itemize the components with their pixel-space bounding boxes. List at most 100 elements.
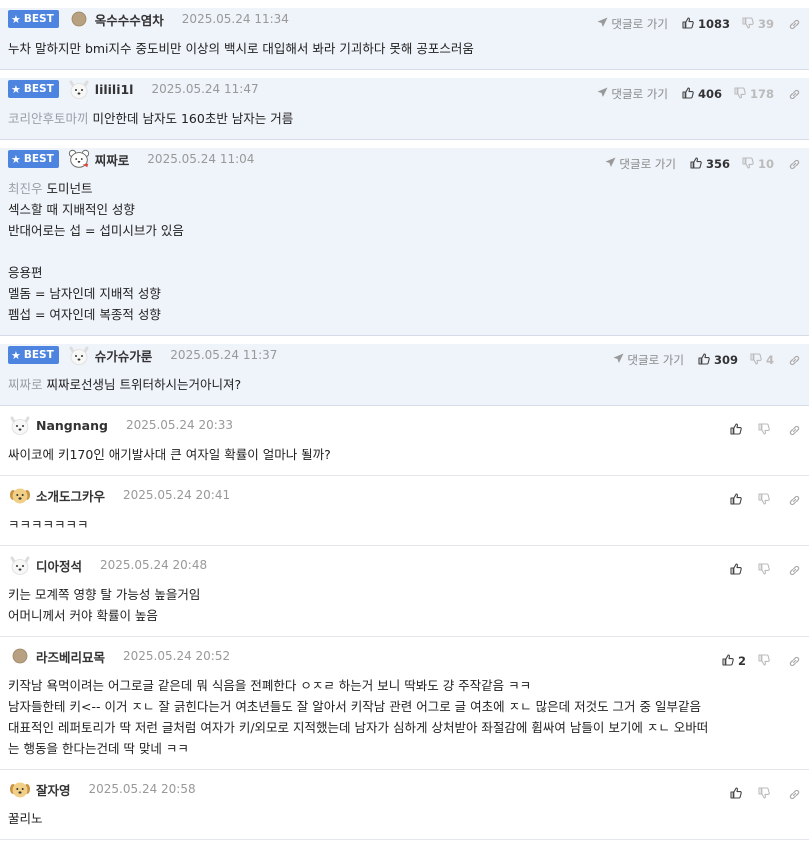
avatar[interactable] [8, 553, 32, 577]
thumbs-down-icon [750, 352, 766, 368]
comment-line [8, 241, 801, 262]
comment-actions [730, 492, 801, 508]
dislike-button[interactable] [758, 653, 774, 669]
avatar[interactable] [8, 413, 32, 437]
dislike-button[interactable]: 39 [742, 16, 774, 32]
link-icon[interactable] [788, 788, 801, 801]
mention-name[interactable]: 코리안후토마끼 [8, 111, 89, 126]
goto-comment-link[interactable]: 댓글로 가기 [597, 16, 668, 32]
like-button[interactable]: 406 [682, 86, 722, 102]
dislike-button[interactable] [758, 492, 774, 508]
goto-comment-label: 댓글로 가기 [611, 87, 668, 101]
avatar[interactable] [67, 147, 91, 171]
link-icon[interactable] [788, 158, 801, 171]
mention-name[interactable]: 최진우 [8, 181, 43, 196]
nickname[interactable]: Nangnang [36, 418, 108, 433]
nickname[interactable]: lilili1l [95, 82, 134, 97]
comment-text: 찌짜로선생님 트위터하시는거아니져? [46, 377, 242, 392]
avatar[interactable] [67, 77, 91, 101]
comment-body: 싸이코에 키170인 애기발사대 큰 여자일 확률이 얼마나 될까? [8, 436, 801, 475]
comment-text: 대표적인 레퍼토리가 딱 저런 글처럼 여자가 키/외모로 지적했는데 남자가 … [8, 720, 709, 735]
comment-line: 반대어로는 섭 = 섭미시브가 있음 [8, 220, 801, 241]
link-icon[interactable] [788, 18, 801, 31]
comment-line: 대표적인 레퍼토리가 딱 저런 글처럼 여자가 키/외모로 지적했는데 남자가 … [8, 717, 801, 738]
thumbs-down-icon [734, 86, 750, 102]
comment-header: 라즈베리묘목 2025.05.24 20:52 [8, 645, 801, 667]
comment-text: 멜돔 = 남자인데 지배적 성향 [8, 286, 161, 301]
comment-item: ★ BEST 슈가슈가룬 2025.05.24 11:37 댓글로 가기 309 4 찌짜로 찌… [0, 344, 809, 406]
comment-date: 2025.05.24 20:41 [123, 488, 231, 502]
like-button[interactable]: 309 [698, 352, 738, 368]
like-button[interactable] [730, 422, 746, 438]
like-button[interactable]: 1083 [682, 16, 730, 32]
comment-line: 섹스할 때 지배적인 성향 [8, 199, 801, 220]
best-badge-label: BEST [23, 153, 54, 165]
comment-date: 2025.05.24 11:04 [147, 152, 255, 166]
link-icon[interactable] [788, 424, 801, 437]
dislike-count: 39 [757, 17, 774, 31]
nickname[interactable]: 옥수수수염차 [95, 10, 164, 29]
nickname[interactable]: 소개도그카우 [36, 486, 105, 505]
like-count: 2 [737, 654, 746, 668]
nickname[interactable]: 잘자영 [36, 780, 71, 799]
dislike-button[interactable]: 4 [750, 352, 774, 368]
goto-comment-link[interactable]: 댓글로 가기 [597, 86, 668, 102]
avatar[interactable] [8, 483, 32, 507]
avatar[interactable] [67, 343, 91, 367]
comment-date: 2025.05.24 11:34 [181, 12, 289, 26]
dislike-count: 178 [749, 87, 774, 101]
dislike-button[interactable] [758, 422, 774, 438]
dislike-button[interactable]: 178 [734, 86, 774, 102]
send-icon [613, 353, 627, 367]
comment-item: 디아정석 2025.05.24 20:48 키는 모계쪽 영향 탈 가능성 높을거임… [0, 554, 809, 637]
comment-body: ㅋㅋㅋㅋㅋㅋㅋ [8, 506, 801, 545]
comment-actions: 2 [722, 653, 801, 669]
dislike-button[interactable] [758, 786, 774, 802]
comment-item: ★ BEST 찌짜로 2025.05.24 11:04 댓글로 가기 356 10 최진우 도미… [0, 148, 809, 336]
dislike-count: 4 [765, 353, 774, 367]
comment-text: 는 행동을 한다는건데 딱 맞네 ㅋㅋ [8, 741, 189, 756]
dislike-button[interactable] [758, 562, 774, 578]
like-button[interactable]: 2 [722, 653, 746, 669]
comment-body: 키는 모계쪽 영향 탈 가능성 높을거임 어머니께서 커야 확률이 높음 [8, 576, 801, 636]
like-count: 356 [705, 157, 730, 171]
link-icon[interactable] [788, 88, 801, 101]
like-button[interactable] [730, 786, 746, 802]
nickname[interactable]: 찌짜로 [95, 150, 130, 169]
mention-name[interactable]: 찌짜로 [8, 377, 43, 392]
link-icon[interactable] [788, 655, 801, 668]
like-button[interactable] [730, 562, 746, 578]
comment-text: 어머니께서 커야 확률이 높음 [8, 608, 158, 623]
comment-text: ㅋㅋㅋㅋㅋㅋㅋ [8, 517, 89, 532]
thumbs-down-icon [742, 16, 758, 32]
comment-text: 누차 말하지만 bmi지수 중도비만 이상의 백시로 대입해서 봐라 기괴하다 … [8, 41, 474, 56]
comment-line: 꿀리노 [8, 808, 801, 829]
comment-text: 반대어로는 섭 = 섭미시브가 있음 [8, 223, 184, 238]
comment-line: 누차 말하지만 bmi지수 중도비만 이상의 백시로 대입해서 봐라 기괴하다 … [8, 38, 801, 59]
send-icon [605, 157, 619, 171]
like-button[interactable]: 356 [690, 156, 730, 172]
goto-comment-link[interactable]: 댓글로 가기 [605, 156, 676, 172]
comment-actions [730, 422, 801, 438]
comment-body: 최진우 도미넌트 섹스할 때 지배적인 성향 반대어로는 섭 = 섭미시브가 있음 응용… [8, 170, 801, 335]
comment-text: 남자들한테 키<-- 이거 ㅈㄴ 잘 긁힌다는거 여초년들도 잘 알아서 키작남… [8, 699, 701, 714]
thumbs-down-icon [758, 653, 774, 669]
nickname[interactable]: 슈가슈가룬 [95, 346, 153, 365]
thumbs-up-icon [698, 352, 714, 368]
like-button[interactable] [730, 492, 746, 508]
link-icon[interactable] [788, 494, 801, 507]
avatar[interactable] [8, 777, 32, 801]
avatar[interactable] [67, 7, 91, 31]
comment-date: 2025.05.24 20:58 [88, 782, 196, 796]
link-icon[interactable] [788, 564, 801, 577]
like-count: 1083 [697, 17, 730, 31]
comment-header: 소개도그카우 2025.05.24 20:41 [8, 484, 801, 506]
goto-comment-link[interactable]: 댓글로 가기 [613, 352, 684, 368]
comment-text: 도미넌트 [46, 181, 93, 196]
link-icon[interactable] [788, 354, 801, 367]
avatar[interactable] [8, 644, 32, 668]
nickname[interactable]: 라즈베리묘목 [36, 647, 105, 666]
dislike-button[interactable]: 10 [742, 156, 774, 172]
goto-comment-label: 댓글로 가기 [619, 157, 676, 171]
nickname[interactable]: 디아정석 [36, 556, 82, 575]
